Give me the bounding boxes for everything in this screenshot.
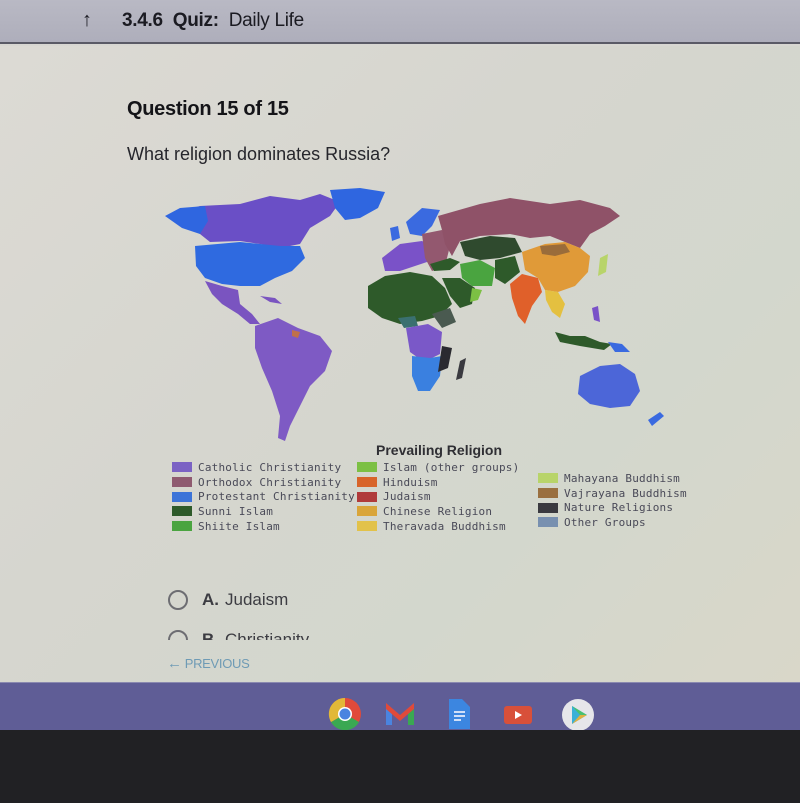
legend-label: Other Groups (564, 515, 646, 529)
legend-swatch (357, 506, 377, 517)
quiz-content: Question 15 of 15 What religion dominate… (0, 46, 800, 682)
map-japan (598, 254, 608, 276)
answer-option-a[interactable]: A. Judaism (168, 590, 288, 610)
radio-button[interactable] (168, 590, 188, 610)
legend-swatch (172, 462, 192, 473)
back-arrow-icon[interactable]: ↑ (82, 9, 104, 31)
legend-column: Islam (other groups) Hinduism Judaism Ch… (357, 460, 519, 533)
legend-item: Hinduism (357, 475, 519, 490)
map-usa (195, 242, 305, 286)
legend-label: Hinduism (383, 475, 438, 489)
legend-swatch (172, 521, 192, 532)
quiz-header: ↑ 3.4.6 Quiz: Daily Life (0, 0, 800, 44)
quiz-title: 3.4.6 Quiz: Daily Life (122, 10, 304, 32)
previous-label: PREVIOUS (184, 656, 250, 671)
legend-item: Protestant Christianity (172, 489, 355, 504)
legend-item: Sunni Islam (172, 504, 355, 519)
arrow-left-icon: ← (167, 655, 182, 672)
monitor-bezel (0, 730, 800, 803)
option-text: Judaism (225, 590, 289, 609)
legend-item: Vajrayana Buddhism (538, 486, 687, 501)
legend-item: Islam (other groups) (357, 460, 519, 475)
legend-label: Shiite Islam (198, 519, 280, 533)
legend-title: Prevailing Religion (376, 442, 503, 458)
legend-item: Theravada Buddhism (357, 519, 519, 534)
legend-label: Catholic Christianity (198, 460, 342, 474)
map-southern-africa (412, 356, 442, 391)
map-india (510, 274, 542, 324)
map-uk (390, 226, 400, 241)
legend-item: Chinese Religion (357, 504, 519, 519)
legend-swatch (357, 477, 377, 488)
legend-item: Catholic Christianity (172, 460, 355, 475)
map-central-asia (460, 236, 522, 260)
legend-column: Mahayana Buddhism Vajrayana Buddhism Nat… (538, 471, 687, 530)
legend-swatch (357, 521, 377, 532)
map-southeast-asia (545, 290, 565, 318)
legend-item: Other Groups (538, 515, 687, 530)
map-new-zealand (648, 412, 664, 426)
legend-label: Sunni Islam (198, 504, 274, 518)
shelf-apps (328, 697, 594, 731)
map-indonesia (555, 332, 612, 350)
option-letter: A. (202, 590, 219, 609)
map-central-africa (406, 324, 442, 362)
legend-item: Nature Religions (538, 500, 687, 515)
map-west-africa-other (398, 316, 418, 328)
legend-swatch (357, 491, 377, 502)
gmail-icon[interactable] (386, 703, 414, 725)
legend-label: Judaism (383, 490, 431, 504)
lesson-type: Quiz: (172, 10, 219, 31)
legend-swatch (172, 477, 192, 488)
legend-item: Shiite Islam (172, 519, 355, 534)
map-cuba (260, 296, 282, 304)
docs-icon[interactable] (449, 699, 470, 729)
legend-label: Protestant Christianity (198, 490, 355, 504)
legend-label: Nature Religions (564, 501, 674, 515)
legend-swatch (357, 462, 377, 473)
legend-label: Mahayana Buddhism (564, 471, 680, 485)
map-greenland (330, 188, 385, 220)
legend-label: Vajrayana Buddhism (564, 486, 687, 500)
legend-item: Mahayana Buddhism (538, 471, 687, 486)
legend-item: Judaism (357, 489, 519, 504)
legend-swatch (538, 488, 558, 499)
legend-column: Catholic Christianity Orthodox Christian… (172, 460, 355, 533)
legend-label: Orthodox Christianity (198, 475, 342, 489)
answer-option-b[interactable]: B. Christianity (168, 630, 309, 640)
lesson-number: 3.4.6 (122, 10, 163, 31)
option-text: Christianity (225, 630, 310, 640)
legend-label: Theravada Buddhism (383, 519, 506, 533)
map-oman (470, 288, 482, 302)
map-mexico (205, 281, 260, 324)
legend-swatch (538, 473, 558, 484)
question-number: Question 15 of 15 (127, 98, 289, 120)
map-madagascar (456, 358, 466, 380)
option-letter: B. (202, 630, 219, 640)
os-shelf (0, 682, 800, 731)
legend-swatch (172, 506, 192, 517)
map-philippines (592, 306, 600, 322)
chrome-icon[interactable] (328, 697, 361, 731)
world-religion-map (165, 188, 664, 441)
question-text: What religion dominates Russia? (127, 144, 391, 164)
legend-label: Chinese Religion (383, 504, 493, 518)
map-alaska (165, 206, 208, 234)
play-store-icon[interactable] (562, 699, 594, 731)
youtube-icon[interactable] (504, 706, 532, 724)
radio-button[interactable] (168, 630, 188, 640)
legend-label: Islam (other groups) (383, 460, 520, 474)
legend-swatch (538, 517, 558, 528)
legend-item: Orthodox Christianity (172, 475, 355, 490)
map-papua (608, 342, 630, 352)
map-australia (578, 364, 640, 408)
previous-button[interactable]: ← PREVIOUS (167, 655, 250, 672)
lesson-name: Daily Life (228, 10, 304, 31)
legend-swatch (172, 491, 192, 502)
legend-swatch (538, 502, 558, 513)
